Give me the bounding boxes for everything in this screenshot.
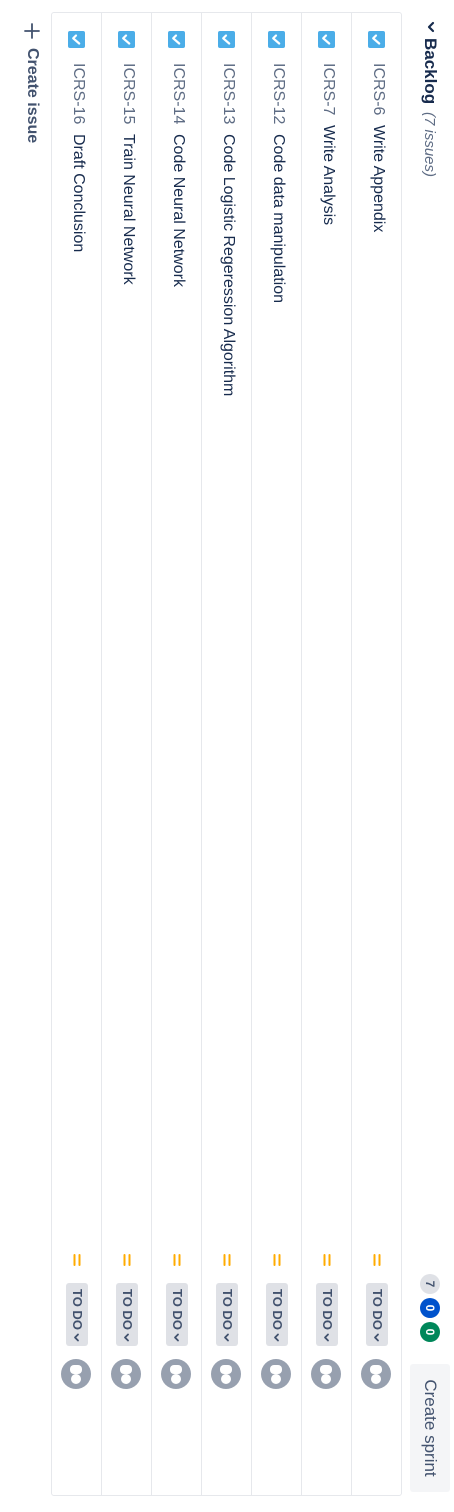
- status-label: TO DO: [270, 1289, 285, 1330]
- create-sprint-button[interactable]: Create sprint: [410, 1364, 450, 1492]
- medium-priority-icon: [123, 1254, 131, 1266]
- create-issue-button[interactable]: Create issue: [12, 22, 52, 143]
- issue-key[interactable]: ICRS-12: [269, 63, 287, 124]
- medium-priority-icon: [373, 1254, 381, 1266]
- status-dropdown[interactable]: TO DO: [66, 1283, 88, 1346]
- issue-summary[interactable]: Train Neural Network: [119, 134, 137, 285]
- backlog-title: Backlog: [421, 38, 440, 105]
- issue-row[interactable]: ICRS-16 Draft Conclusion TO DO: [52, 13, 101, 1495]
- issue-row[interactable]: ICRS-7 Write Analysis TO DO: [301, 13, 351, 1495]
- assignee-avatar[interactable]: [261, 1359, 291, 1389]
- issue-summary[interactable]: Write Analysis: [319, 125, 337, 225]
- issue-summary[interactable]: Write Appendix: [369, 125, 387, 232]
- unassigned-user-icon: [370, 1365, 382, 1384]
- backlog-panel: Backlog (7 issues) 7 0 0 Create sprint I…: [0, 0, 454, 1512]
- issue-summary[interactable]: Code data manipulation: [269, 134, 287, 303]
- status-dropdown[interactable]: TO DO: [366, 1283, 388, 1346]
- status-label: TO DO: [120, 1289, 135, 1330]
- status-dropdown[interactable]: TO DO: [166, 1283, 188, 1346]
- issue-count: (7 issues): [421, 112, 438, 178]
- chevron-down-icon: [174, 1333, 179, 1342]
- chevron-down-icon: [124, 1333, 129, 1342]
- issue-row[interactable]: ICRS-12 Code data manipulation TO DO: [251, 13, 301, 1495]
- task-checkbox-icon: [368, 31, 385, 48]
- issue-row[interactable]: ICRS-14 Code Neural Network TO DO: [151, 13, 201, 1495]
- status-dropdown[interactable]: TO DO: [266, 1283, 288, 1346]
- medium-priority-icon: [73, 1254, 81, 1266]
- task-checkbox-icon: [318, 31, 335, 48]
- issue-list: ICRS-6 Write Appendix TO DO ICRS-7 Write…: [51, 12, 402, 1496]
- create-issue-label: Create issue: [24, 48, 41, 144]
- assignee-avatar[interactable]: [211, 1359, 241, 1389]
- assignee-avatar[interactable]: [311, 1359, 341, 1389]
- medium-priority-icon: [273, 1254, 281, 1266]
- issue-key[interactable]: ICRS-16: [69, 63, 87, 124]
- status-dropdown[interactable]: TO DO: [216, 1283, 238, 1346]
- medium-priority-icon: [223, 1254, 231, 1266]
- issue-row[interactable]: ICRS-6 Write Appendix TO DO: [351, 13, 401, 1495]
- chevron-down-icon: [324, 1333, 329, 1342]
- status-label: TO DO: [320, 1289, 335, 1330]
- assignee-avatar[interactable]: [161, 1359, 191, 1389]
- unassigned-user-icon: [170, 1365, 182, 1384]
- done-count-badge: 0: [420, 1322, 440, 1342]
- issue-summary[interactable]: Code Logistic Regeression Algorithm: [219, 134, 237, 396]
- medium-priority-icon: [173, 1254, 181, 1266]
- task-checkbox-icon: [118, 31, 135, 48]
- issue-key[interactable]: ICRS-6: [369, 63, 387, 115]
- status-dropdown[interactable]: TO DO: [316, 1283, 338, 1346]
- assignee-avatar[interactable]: [61, 1359, 91, 1389]
- unassigned-user-icon: [120, 1365, 132, 1384]
- assignee-avatar[interactable]: [361, 1359, 391, 1389]
- issue-row[interactable]: ICRS-15 Train Neural Network TO DO: [101, 13, 151, 1495]
- status-label: TO DO: [370, 1289, 385, 1330]
- status-counters: 7 0 0: [420, 1274, 440, 1342]
- unassigned-user-icon: [70, 1365, 82, 1384]
- issue-key[interactable]: ICRS-14: [169, 63, 187, 124]
- backlog-header[interactable]: Backlog (7 issues) 7 0 0 Create sprint: [406, 0, 454, 1512]
- issue-key[interactable]: ICRS-7: [319, 63, 337, 115]
- task-checkbox-icon: [218, 31, 235, 48]
- status-label: TO DO: [170, 1289, 185, 1330]
- issue-key[interactable]: ICRS-13: [219, 63, 237, 124]
- issue-key[interactable]: ICRS-15: [119, 63, 137, 124]
- issue-row[interactable]: ICRS-13 Code Logistic Regeression Algori…: [201, 13, 251, 1495]
- chevron-down-icon: [274, 1333, 279, 1342]
- todo-count-badge: 7: [420, 1274, 440, 1294]
- status-dropdown[interactable]: TO DO: [116, 1283, 138, 1346]
- chevron-down-icon: [74, 1333, 79, 1342]
- unassigned-user-icon: [320, 1365, 332, 1384]
- status-label: TO DO: [220, 1289, 235, 1330]
- assignee-avatar[interactable]: [111, 1359, 141, 1389]
- chevron-down-icon[interactable]: [424, 20, 438, 34]
- chevron-down-icon: [224, 1333, 229, 1342]
- status-label: TO DO: [70, 1289, 85, 1330]
- task-checkbox-icon: [68, 31, 85, 48]
- in-progress-count-badge: 0: [420, 1298, 440, 1318]
- issue-summary[interactable]: Draft Conclusion: [69, 134, 87, 252]
- task-checkbox-icon: [168, 31, 185, 48]
- medium-priority-icon: [323, 1254, 331, 1266]
- task-checkbox-icon: [268, 31, 285, 48]
- plus-icon: [24, 23, 40, 39]
- unassigned-user-icon: [270, 1365, 282, 1384]
- unassigned-user-icon: [220, 1365, 232, 1384]
- issue-summary[interactable]: Code Neural Network: [169, 134, 187, 287]
- chevron-down-icon: [374, 1333, 379, 1342]
